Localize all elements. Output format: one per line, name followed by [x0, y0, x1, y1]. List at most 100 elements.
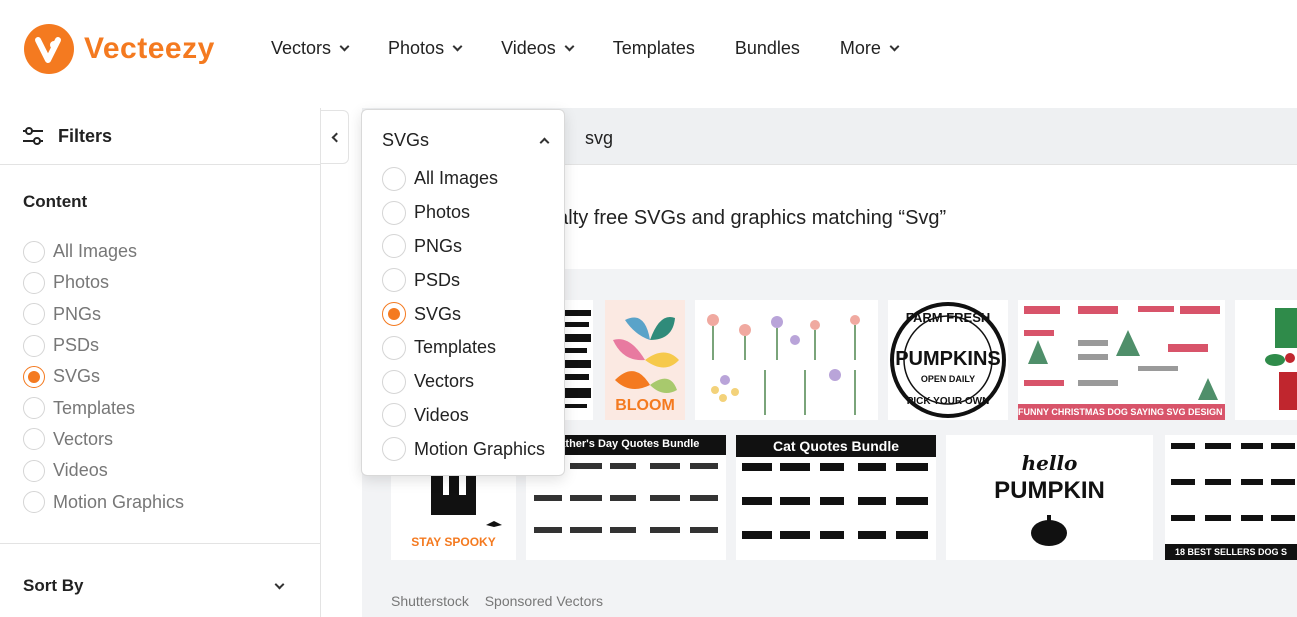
dropdown-toggle[interactable]: SVGs: [382, 130, 550, 151]
radio-button[interactable]: [23, 240, 45, 263]
radio-button[interactable]: [382, 200, 406, 225]
holly-art: [1265, 308, 1297, 410]
radio-button[interactable]: [382, 335, 406, 360]
option-label: Motion Graphics: [414, 438, 546, 459]
content-option-all-images[interactable]: All Images: [23, 236, 184, 267]
result-tile-christmas-dog-bundle[interactable]: FUNNY CHRISTMAS DOG SAYING SVG DESIGN BU…: [1018, 300, 1225, 420]
radio-button[interactable]: [382, 403, 406, 428]
content-options: All Images Photos PNGs PSDs SVGs Templat…: [23, 236, 184, 518]
cat-quotes-title: Cat Quotes Bundle: [772, 438, 899, 454]
result-tile-farm-fresh-pumpkins[interactable]: FARM FRESH PUMPKINS OPEN DAILY PICK YOUR…: [888, 300, 1008, 420]
nav-bundles[interactable]: Bundles: [735, 38, 800, 59]
radio-button[interactable]: [23, 491, 45, 514]
radio-button[interactable]: [382, 234, 406, 259]
divider: [0, 543, 321, 544]
stay-spooky-text: STAY SPOOKY: [411, 535, 496, 549]
chevron-down-icon: [274, 579, 285, 589]
content-option-videos[interactable]: Videos: [23, 455, 184, 486]
content-option-motion-graphics[interactable]: Motion Graphics: [23, 486, 184, 517]
option-label: All Images: [53, 241, 138, 262]
pumpkins-top-text: FARM FRESH: [905, 310, 991, 325]
radio-button[interactable]: [23, 271, 45, 294]
radio-button[interactable]: [23, 428, 45, 451]
dropdown-option-vectors[interactable]: Vectors: [382, 365, 545, 399]
filters-header[interactable]: Filters: [0, 108, 320, 165]
dropdown-option-photos[interactable]: Photos: [382, 196, 545, 230]
dropdown-option-motion-graphics[interactable]: Motion Graphics: [382, 432, 545, 466]
hello-text: hello: [1021, 451, 1078, 475]
option-label: Vectors: [414, 371, 475, 392]
content-option-templates[interactable]: Templates: [23, 392, 184, 423]
nav-templates-label: Templates: [612, 38, 695, 58]
nav-more-label: More: [839, 38, 881, 58]
sponsor-source-link[interactable]: Shutterstock: [391, 593, 469, 609]
vecteezy-logo[interactable]: Vecteezy: [24, 24, 215, 74]
result-tile-holly-partial[interactable]: [1235, 300, 1297, 420]
nav-videos-label: Videos: [501, 38, 556, 58]
content-option-pngs[interactable]: PNGs: [23, 299, 184, 330]
option-label: PSDs: [53, 335, 100, 356]
nav-vectors-label: Vectors: [271, 38, 332, 58]
search-query[interactable]: svg: [585, 128, 613, 149]
result-tile-cat-quotes-bundle[interactable]: Cat Quotes Bundle: [736, 435, 936, 560]
radio-button[interactable]: [23, 397, 45, 420]
content-type-dropdown[interactable]: SVGs All Images Photos PNGs PSDs SVGs Te…: [361, 109, 565, 476]
dropdown-option-pngs[interactable]: PNGs: [382, 230, 545, 264]
dropdown-selected-label: SVGs: [382, 130, 430, 150]
cat-quotes-art: [742, 463, 928, 539]
sliders-icon: [23, 127, 43, 145]
nav-vectors[interactable]: Vectors: [271, 38, 350, 59]
pumpkins-main-text: PUMPKINS: [895, 348, 1001, 370]
vecteezy-logo-icon: [24, 24, 74, 74]
sponsored-label: Sponsored Vectors: [484, 593, 604, 609]
option-label: Photos: [414, 202, 471, 223]
nav-more[interactable]: More: [839, 38, 900, 59]
radio-button[interactable]: [382, 437, 406, 462]
chevron-left-icon: [331, 132, 341, 142]
option-label: SVGs: [53, 366, 101, 387]
result-tile-botanicals[interactable]: [695, 300, 878, 420]
pumpkins-sub-text: OPEN DAILY: [920, 374, 976, 384]
nav-templates[interactable]: Templates: [613, 38, 695, 59]
option-label: SVGs: [414, 303, 462, 324]
radio-button[interactable]: [382, 166, 406, 191]
dropdown-option-videos[interactable]: Videos: [382, 399, 545, 433]
dropdown-option-psds[interactable]: PSDs: [382, 263, 545, 297]
content-option-photos[interactable]: Photos: [23, 267, 184, 298]
dog-quotes-art: [1171, 443, 1295, 521]
result-tile-bloom[interactable]: BLOOM: [605, 300, 685, 420]
content-option-vectors[interactable]: Vectors: [23, 424, 184, 455]
radio-button[interactable]: [23, 334, 45, 357]
brand-name: Vecteezy: [84, 32, 215, 65]
bloom-text: BLOOM: [615, 397, 675, 414]
main-nav: Vectors Photos Videos Templates Bundles …: [271, 38, 938, 59]
radio-button[interactable]: [23, 303, 45, 326]
nav-bundles-label: Bundles: [734, 38, 800, 58]
radio-button-selected[interactable]: [382, 302, 406, 327]
nav-photos[interactable]: Photos: [388, 38, 463, 59]
radio-button[interactable]: [23, 459, 45, 482]
result-tile-dog-bundle-partial[interactable]: 18 BEST SELLERS DOG S: [1165, 435, 1297, 560]
option-label: PNGs: [53, 303, 102, 324]
dropdown-options: All Images Photos PNGs PSDs SVGs Templat…: [382, 162, 545, 466]
collapse-sidebar-button[interactable]: [321, 110, 349, 164]
option-label: Motion Graphics: [53, 491, 185, 512]
radio-button[interactable]: [382, 268, 406, 293]
dropdown-option-svgs[interactable]: SVGs: [382, 297, 545, 331]
dropdown-option-all-images[interactable]: All Images: [382, 162, 545, 196]
filters-label: Filters: [58, 125, 113, 146]
content-option-svgs[interactable]: SVGs: [23, 361, 184, 392]
content-option-psds[interactable]: PSDs: [23, 330, 184, 361]
dropdown-option-templates[interactable]: Templates: [382, 331, 545, 365]
sort-by-toggle[interactable]: Sort By: [23, 576, 285, 596]
chevron-up-icon: [539, 137, 550, 148]
result-tile-hello-pumpkin[interactable]: hello PUMPKIN: [946, 435, 1153, 560]
nav-videos[interactable]: Videos: [501, 38, 575, 59]
radio-button-selected[interactable]: [23, 365, 45, 388]
chevron-down-icon: [452, 41, 463, 52]
option-label: PNGs: [414, 235, 463, 256]
option-label: Photos: [53, 272, 110, 293]
radio-button[interactable]: [382, 369, 406, 394]
option-label: All Images: [414, 168, 499, 189]
pumpkin-text: PUMPKIN: [994, 477, 1105, 504]
